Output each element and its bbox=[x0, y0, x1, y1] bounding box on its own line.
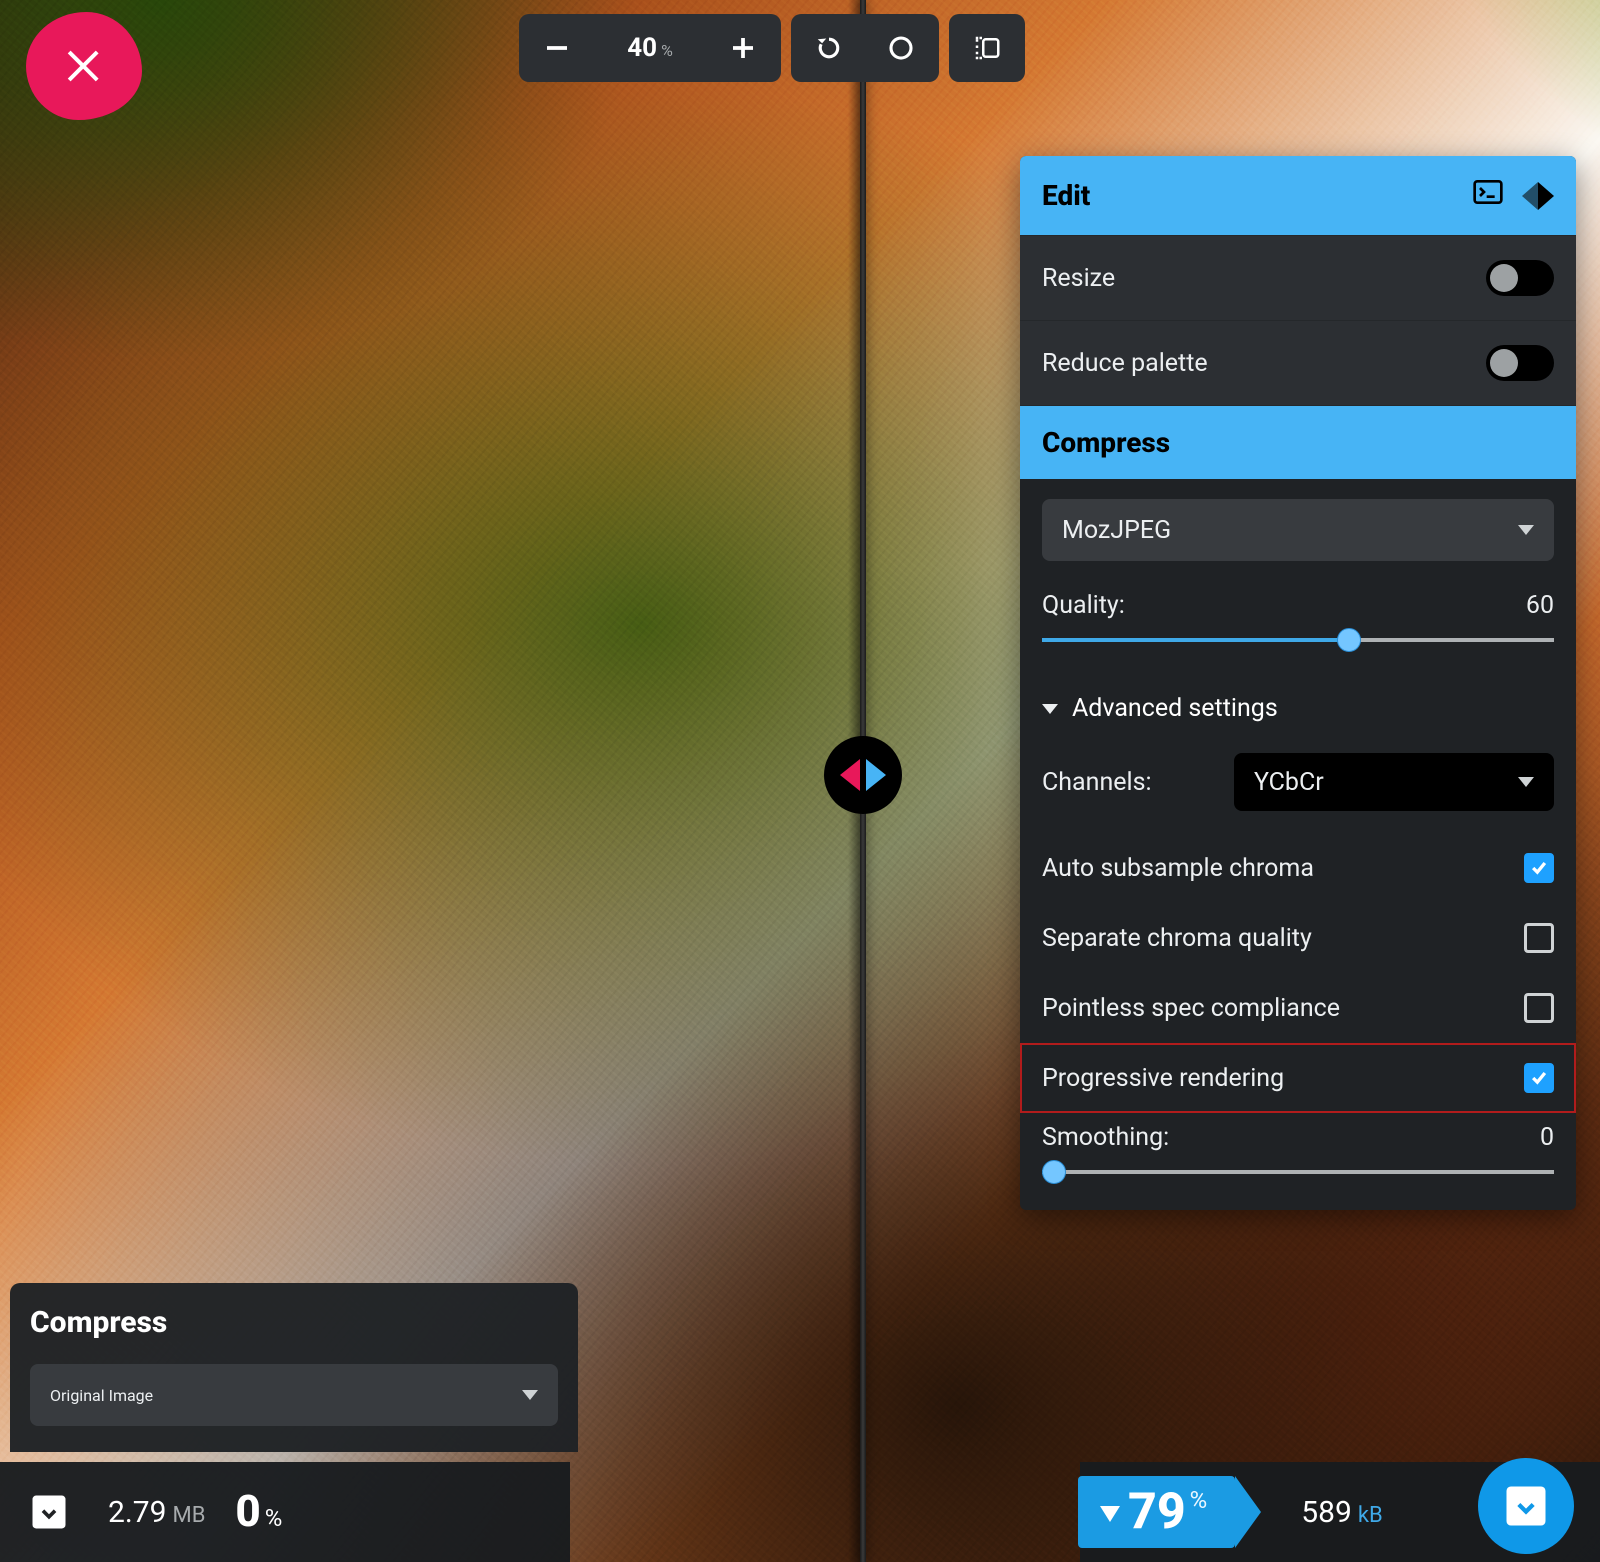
flip-button[interactable] bbox=[953, 18, 1021, 78]
flip-icon bbox=[972, 33, 1002, 63]
smoothing-slider[interactable] bbox=[1042, 1162, 1554, 1182]
codec-select[interactable]: MozJPEG bbox=[1042, 499, 1554, 561]
separate-chroma-label: Separate chroma quality bbox=[1042, 924, 1312, 953]
reduction-value: 79 bbox=[1128, 1483, 1186, 1541]
edit-header: Edit bbox=[1020, 156, 1576, 235]
smoothing-label: Smoothing: bbox=[1042, 1123, 1169, 1152]
auto-subsample-label: Auto subsample chroma bbox=[1042, 854, 1314, 883]
reduce-palette-label: Reduce palette bbox=[1042, 349, 1208, 378]
circle-icon bbox=[886, 33, 916, 63]
pointless-spec-checkbox[interactable] bbox=[1524, 993, 1554, 1023]
separate-chroma-checkbox[interactable] bbox=[1524, 923, 1554, 953]
right-size: 589kB bbox=[1301, 1495, 1382, 1530]
zoom-value[interactable]: 40% bbox=[595, 33, 705, 63]
smoothing-value[interactable]: 0 bbox=[1540, 1123, 1554, 1152]
resize-toggle[interactable] bbox=[1486, 260, 1554, 296]
chevron-down-icon bbox=[1518, 777, 1534, 787]
auto-subsample-checkbox[interactable] bbox=[1524, 853, 1554, 883]
comparison-handle-icon[interactable] bbox=[824, 736, 902, 814]
check-icon bbox=[1529, 858, 1549, 878]
advanced-toggle[interactable]: Advanced settings bbox=[1020, 674, 1576, 731]
codec-value: MozJPEG bbox=[1062, 516, 1171, 545]
channels-row: Channels: YCbCr bbox=[1020, 731, 1576, 833]
quality-row: Quality: 60 bbox=[1020, 581, 1576, 674]
triangle-right-icon bbox=[1538, 182, 1554, 210]
flip-group bbox=[949, 14, 1025, 82]
compress-header: Compress bbox=[1020, 405, 1576, 479]
left-codec-value: Original Image bbox=[50, 1386, 153, 1405]
reduce-palette-toggle[interactable] bbox=[1486, 345, 1554, 381]
edit-title: Edit bbox=[1042, 179, 1090, 212]
quality-value[interactable]: 60 bbox=[1526, 591, 1554, 620]
reduce-palette-row: Reduce palette bbox=[1020, 320, 1576, 405]
left-reduction: 0% bbox=[235, 1485, 282, 1540]
zoom-group: 40% bbox=[519, 14, 781, 82]
resize-row: Resize bbox=[1020, 235, 1576, 320]
top-toolbar: 40% bbox=[519, 14, 1025, 82]
advanced-label: Advanced settings bbox=[1072, 694, 1278, 723]
chevron-down-icon bbox=[1042, 704, 1058, 714]
left-download-button[interactable] bbox=[20, 1483, 78, 1541]
reduction-unit: % bbox=[1190, 1486, 1208, 1514]
zoom-out-button[interactable] bbox=[523, 18, 591, 78]
left-codec-select[interactable]: Original Image bbox=[30, 1364, 558, 1426]
pointless-spec-row: Pointless spec compliance bbox=[1020, 973, 1576, 1043]
left-footer: 2.79MB 0% bbox=[0, 1462, 570, 1562]
transform-group bbox=[791, 14, 939, 82]
settings-panel: Edit Resize Reduce palette Compress MozJ… bbox=[1020, 156, 1576, 1210]
rotate-button[interactable] bbox=[795, 18, 863, 78]
close-button[interactable] bbox=[26, 12, 142, 120]
resize-label: Resize bbox=[1042, 264, 1115, 293]
cli-button[interactable] bbox=[1472, 176, 1504, 215]
auto-subsample-row: Auto subsample chroma bbox=[1020, 833, 1576, 903]
compress-title: Compress bbox=[1042, 426, 1170, 459]
left-compress-title: Compress bbox=[30, 1305, 558, 1340]
download-icon bbox=[27, 1490, 71, 1534]
comparison-divider[interactable] bbox=[860, 0, 866, 1562]
check-icon bbox=[1529, 1068, 1549, 1088]
plus-icon bbox=[728, 33, 758, 63]
arrow-down-icon bbox=[1100, 1506, 1120, 1522]
smoothing-row: Smoothing: 0 bbox=[1020, 1113, 1576, 1210]
progressive-checkbox[interactable] bbox=[1524, 1063, 1554, 1093]
copy-across-button[interactable] bbox=[1522, 182, 1554, 210]
background-toggle-button[interactable] bbox=[867, 18, 935, 78]
quality-slider[interactable] bbox=[1042, 630, 1554, 650]
chevron-down-icon bbox=[522, 1390, 538, 1400]
quality-label: Quality: bbox=[1042, 591, 1125, 620]
channels-select[interactable]: YCbCr bbox=[1234, 753, 1554, 811]
left-compress-panel: Compress Original Image bbox=[10, 1283, 578, 1452]
close-icon bbox=[60, 42, 108, 90]
triangle-left-icon bbox=[1522, 182, 1538, 210]
minus-icon bbox=[542, 33, 572, 63]
zoom-in-button[interactable] bbox=[709, 18, 777, 78]
chevron-down-icon bbox=[1518, 525, 1534, 535]
right-footer: 79 % 589kB bbox=[1080, 1462, 1600, 1562]
right-download-button[interactable] bbox=[1478, 1458, 1574, 1554]
progressive-label: Progressive rendering bbox=[1042, 1064, 1284, 1093]
terminal-icon bbox=[1472, 176, 1504, 208]
separate-chroma-row: Separate chroma quality bbox=[1020, 903, 1576, 973]
rotate-icon bbox=[814, 33, 844, 63]
reduction-badge: 79 % bbox=[1078, 1476, 1235, 1548]
triangle-right-icon bbox=[866, 759, 886, 791]
channels-value: YCbCr bbox=[1254, 768, 1324, 797]
download-icon bbox=[1500, 1480, 1552, 1532]
channels-label: Channels: bbox=[1042, 768, 1152, 797]
left-size: 2.79MB bbox=[108, 1495, 205, 1530]
pointless-spec-label: Pointless spec compliance bbox=[1042, 994, 1340, 1023]
triangle-left-icon bbox=[840, 759, 860, 791]
progressive-row: Progressive rendering bbox=[1020, 1043, 1576, 1113]
